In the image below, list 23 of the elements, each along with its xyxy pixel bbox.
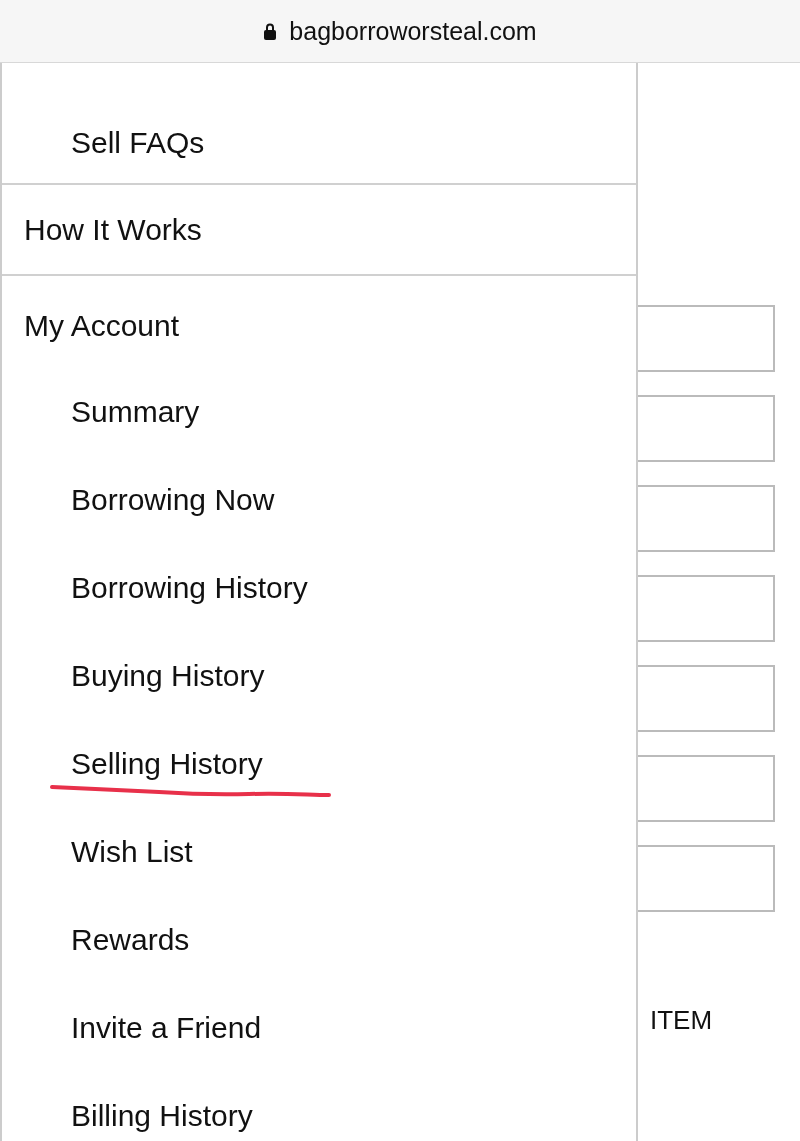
url-text: bagborroworsteal.com <box>289 16 537 46</box>
menu-item[interactable]: Invite a Friend <box>71 1011 262 1044</box>
input-field[interactable] <box>638 845 775 912</box>
input-field[interactable] <box>638 305 775 372</box>
input-field[interactable] <box>638 755 775 822</box>
menu-item[interactable]: Rewards <box>71 923 190 956</box>
menu-item[interactable]: Summary <box>71 395 200 428</box>
menu-item[interactable]: Buying History <box>71 659 265 692</box>
menu-item[interactable]: Billing History <box>71 1099 253 1132</box>
menu-item[interactable]: Selling History <box>71 747 263 780</box>
input-field[interactable] <box>638 665 775 732</box>
input-field[interactable] <box>638 575 775 642</box>
page-label: ITEM <box>649 1005 713 1036</box>
menu-item[interactable]: Sell FAQs <box>71 126 205 159</box>
address-bar[interactable]: bagborroworsteal.com <box>0 0 800 63</box>
menu-item[interactable]: How It Works <box>24 213 202 246</box>
lock-icon <box>263 22 278 40</box>
menu-item[interactable]: Wish List <box>71 835 193 868</box>
input-field[interactable] <box>638 485 775 552</box>
menu-item[interactable]: My Account <box>24 309 180 342</box>
menu-item[interactable]: Borrowing History <box>71 571 308 604</box>
input-field[interactable] <box>638 395 775 462</box>
menu-item[interactable]: Borrowing Now <box>71 483 275 516</box>
